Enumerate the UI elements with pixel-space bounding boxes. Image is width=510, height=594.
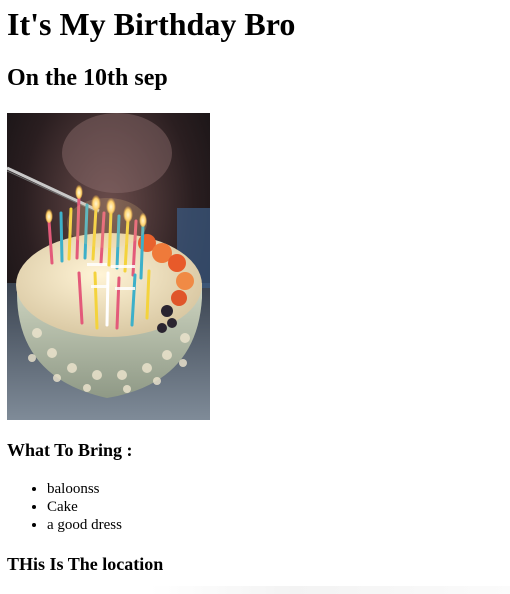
location-map[interactable] <box>150 586 510 594</box>
page-title: It's My Birthday Bro <box>7 6 296 42</box>
list-item: Cake <box>47 498 122 516</box>
location-heading: THis Is The location <box>7 554 164 574</box>
birthday-cake-image <box>7 113 210 420</box>
page: It's My Birthday Bro On the 10th sep Wha… <box>0 0 510 594</box>
bring-list: baloonss Cake a good dress <box>7 480 122 534</box>
cake-illustration <box>7 113 210 420</box>
list-item: baloonss <box>47 480 122 498</box>
date-subtitle: On the 10th sep <box>7 65 168 91</box>
list-item: a good dress <box>47 516 122 534</box>
what-to-bring-heading: What To Bring : <box>7 440 133 460</box>
